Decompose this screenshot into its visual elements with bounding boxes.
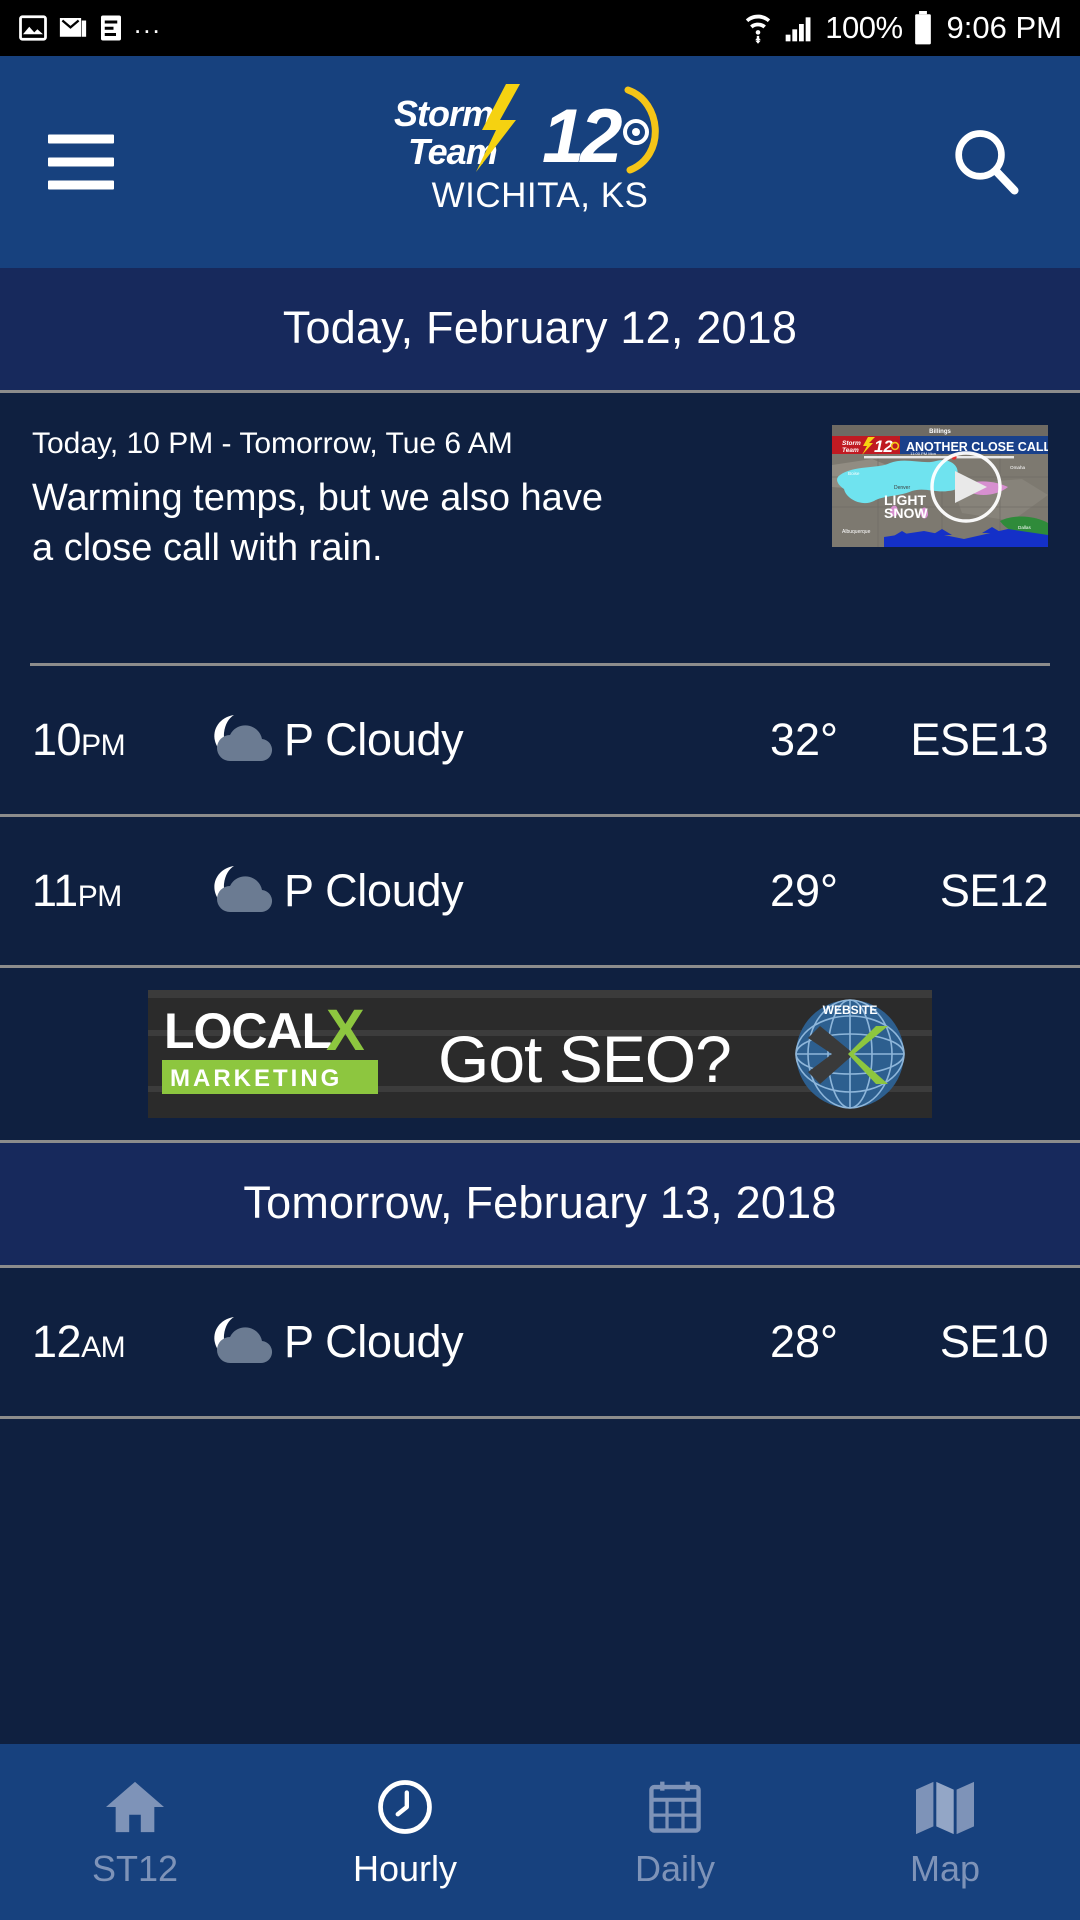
battery-percent-label: 100% — [825, 10, 903, 45]
date-header-tomorrow: Tomorrow, February 13, 2018 — [0, 1143, 1080, 1265]
date-header-today: Today, February 12, 2018 — [0, 268, 1080, 390]
hour-wind: SE10 — [939, 1316, 1049, 1367]
hour-time: 12AM — [32, 1316, 126, 1367]
svg-text:Albuquerque: Albuquerque — [842, 529, 871, 535]
svg-text:Omaha: Omaha — [1010, 465, 1026, 470]
gmail-icon — [59, 18, 87, 37]
svg-text:Team: Team — [842, 447, 859, 454]
city-label: WICHITA, KS — [431, 176, 649, 215]
hour-wind: ESE13 — [910, 714, 1048, 765]
hour-temperature: 28° — [769, 1316, 838, 1367]
hourly-row[interactable]: 11PM P Cloudy 29° SE12 — [0, 817, 1080, 965]
nav-label-st12: ST12 — [91, 1848, 179, 1889]
svg-text:Billings: Billings — [929, 429, 951, 435]
hour-condition: P Cloudy — [284, 714, 464, 765]
hamburger-icon-bar — [48, 134, 114, 144]
status-bar: ... 100% 9:06 PM — [0, 0, 1080, 56]
advertisement-banner[interactable]: LOCAL X MARKETING Got SEO? WEBSITE — [148, 990, 932, 1118]
nav-item-map[interactable]: Map — [810, 1744, 1080, 1920]
svg-text:Storm: Storm — [394, 93, 493, 134]
battery-icon — [914, 11, 931, 45]
status-bar-left-icons: ... — [18, 9, 162, 43]
svg-text:Storm: Storm — [842, 440, 861, 447]
home-icon — [104, 1774, 166, 1836]
storm-team-12-logo: Storm Team 12 — [330, 82, 750, 174]
summary-text: Warming temps, but we also have a close … — [32, 477, 603, 570]
image-icon — [19, 15, 47, 41]
moon-partly-cloudy-icon — [200, 1313, 284, 1371]
svg-text:12: 12 — [542, 94, 622, 174]
calendar-icon — [644, 1774, 706, 1836]
moon-partly-cloudy-icon — [200, 711, 284, 769]
moon-partly-cloudy-icon — [200, 862, 284, 920]
hour-temperature: 32° — [769, 714, 838, 765]
hourly-row[interactable]: 12AM P Cloudy 28° SE10 — [0, 1268, 1080, 1416]
nav-label-daily: Daily — [634, 1848, 715, 1889]
hour-time: 10PM — [32, 714, 126, 765]
nav-item-st12[interactable]: ST12 — [0, 1744, 270, 1920]
cell-signal-icon — [785, 17, 811, 42]
map-icon — [914, 1774, 976, 1836]
wifi-icon — [746, 14, 771, 44]
hour-temperature: 29° — [769, 865, 838, 916]
search-icon — [955, 130, 1019, 195]
svg-text:Dallas: Dallas — [1018, 525, 1031, 530]
hourly-row[interactable]: 10PM P Cloudy 32° ESE13 — [0, 666, 1080, 814]
nav-item-daily[interactable]: Daily — [540, 1744, 810, 1920]
app-header: Storm Team 12 WICHITA, KS — [0, 56, 1080, 268]
clock-icon — [374, 1774, 436, 1836]
divider — [0, 1416, 1080, 1419]
svg-text:Got SEO?: Got SEO? — [438, 1022, 731, 1096]
status-bar-right-icons: 100% 9:06 PM — [743, 10, 1062, 46]
svg-text:MARKETING: MARKETING — [170, 1065, 342, 1092]
nav-label-hourly: Hourly — [352, 1848, 458, 1889]
ad-creative-icon: LOCAL X MARKETING Got SEO? WEBSITE — [148, 990, 932, 1118]
bottom-navigation-bar: ST12 Hourly Daily Map — [0, 1744, 1080, 1920]
hour-wind: SE12 — [939, 865, 1049, 916]
svg-text:LOCAL: LOCAL — [164, 1003, 331, 1059]
svg-text:11:00 PM Mon: 11:00 PM Mon — [910, 451, 936, 456]
nav-item-hourly[interactable]: Hourly — [270, 1744, 540, 1920]
svg-text:Team: Team — [408, 131, 497, 172]
forecast-video-thumbnail[interactable]: Billings Storm Team 12 ANOTHER CLOSE CAL… — [832, 425, 1048, 547]
svg-text:X: X — [326, 998, 365, 1063]
svg-text:WEBSITE: WEBSITE — [823, 1003, 878, 1017]
advertisement-band: LOCAL X MARKETING Got SEO? WEBSITE — [0, 968, 1080, 1140]
svg-text:Boise: Boise — [848, 471, 860, 476]
hamburger-menu-button[interactable] — [48, 134, 114, 190]
hamburger-icon-bar — [48, 180, 114, 190]
forecast-summary-card[interactable]: Today, 10 PM - Tomorrow, Tue 6 AM Warmin… — [0, 393, 1080, 663]
logo-icon: Storm Team 12 — [394, 84, 659, 174]
status-overflow-dots: ... — [134, 9, 162, 39]
svg-text:12: 12 — [874, 437, 893, 456]
svg-text:SNOW: SNOW — [884, 505, 928, 521]
hamburger-icon-bar — [48, 157, 114, 167]
video-preview-icon: Billings Storm Team 12 ANOTHER CLOSE CAL… — [832, 425, 1048, 547]
hour-time: 11PM — [32, 865, 122, 916]
document-icon — [101, 15, 121, 41]
clock-label: 9:06 PM — [946, 10, 1062, 45]
nav-label-map: Map — [909, 1848, 981, 1889]
hour-condition: P Cloudy — [284, 1316, 464, 1367]
forecast-content: Today, February 12, 2018 Today, 10 PM - … — [0, 268, 1080, 1419]
svg-text:Denver: Denver — [894, 485, 910, 491]
search-button[interactable] — [948, 124, 1024, 200]
brand-block: Storm Team 12 WICHITA, KS — [330, 82, 750, 216]
hour-condition: P Cloudy — [284, 865, 464, 916]
